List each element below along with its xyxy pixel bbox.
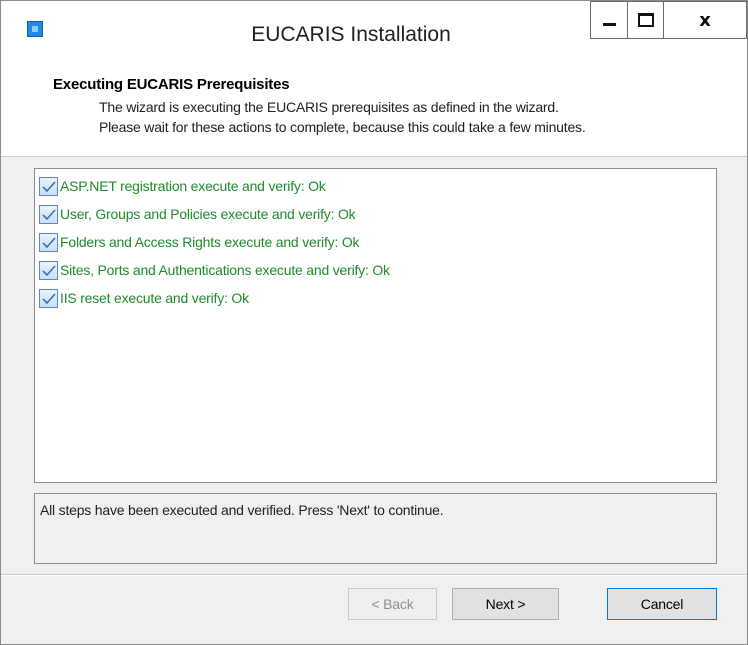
step-label: User, Groups and Policies execute and ve… [60, 206, 356, 222]
page-description-line-1: The wizard is executing the EUCARIS prer… [99, 99, 559, 115]
cancel-button[interactable]: Cancel [607, 588, 717, 620]
list-item: Sites, Ports and Authentications execute… [39, 259, 390, 281]
maximize-button[interactable] [627, 1, 663, 39]
page-description-line-2: Please wait for these actions to complet… [99, 119, 586, 135]
checkbox-checked-icon [39, 204, 58, 224]
list-item: ASP.NET registration execute and verify:… [39, 175, 326, 197]
maximize-icon [637, 13, 654, 27]
step-label: IIS reset execute and verify: Ok [60, 290, 249, 306]
back-button[interactable]: < Back [348, 588, 437, 620]
status-message: All steps have been executed and verifie… [40, 502, 444, 518]
next-button[interactable]: Next > [452, 588, 559, 620]
wizard-header: Executing EUCARIS Prerequisites The wiza… [1, 64, 747, 157]
checkbox-checked-icon [39, 260, 58, 280]
list-item: User, Groups and Policies execute and ve… [39, 203, 356, 225]
title-bar[interactable]: EUCARIS Installation x [1, 1, 747, 64]
step-label: Sites, Ports and Authentications execute… [60, 262, 390, 278]
installer-window: EUCARIS Installation x Executing EUCARIS… [0, 0, 748, 645]
checkbox-checked-icon [39, 288, 58, 308]
checkbox-checked-icon [39, 232, 58, 252]
step-label: ASP.NET registration execute and verify:… [60, 178, 326, 194]
close-icon: x [699, 9, 711, 31]
window-title: EUCARIS Installation [251, 23, 451, 46]
footer-separator [1, 574, 747, 576]
steps-list: ASP.NET registration execute and verify:… [34, 168, 717, 483]
step-label: Folders and Access Rights execute and ve… [60, 234, 360, 250]
close-button[interactable]: x [663, 1, 747, 39]
page-title: Executing EUCARIS Prerequisites [53, 76, 290, 93]
app-icon [27, 21, 43, 37]
list-item: IIS reset execute and verify: Ok [39, 287, 249, 309]
list-item: Folders and Access Rights execute and ve… [39, 231, 360, 253]
minimize-button[interactable] [590, 1, 627, 39]
minimize-icon [602, 22, 616, 26]
status-panel: All steps have been executed and verifie… [34, 493, 717, 564]
checkbox-checked-icon [39, 176, 58, 196]
